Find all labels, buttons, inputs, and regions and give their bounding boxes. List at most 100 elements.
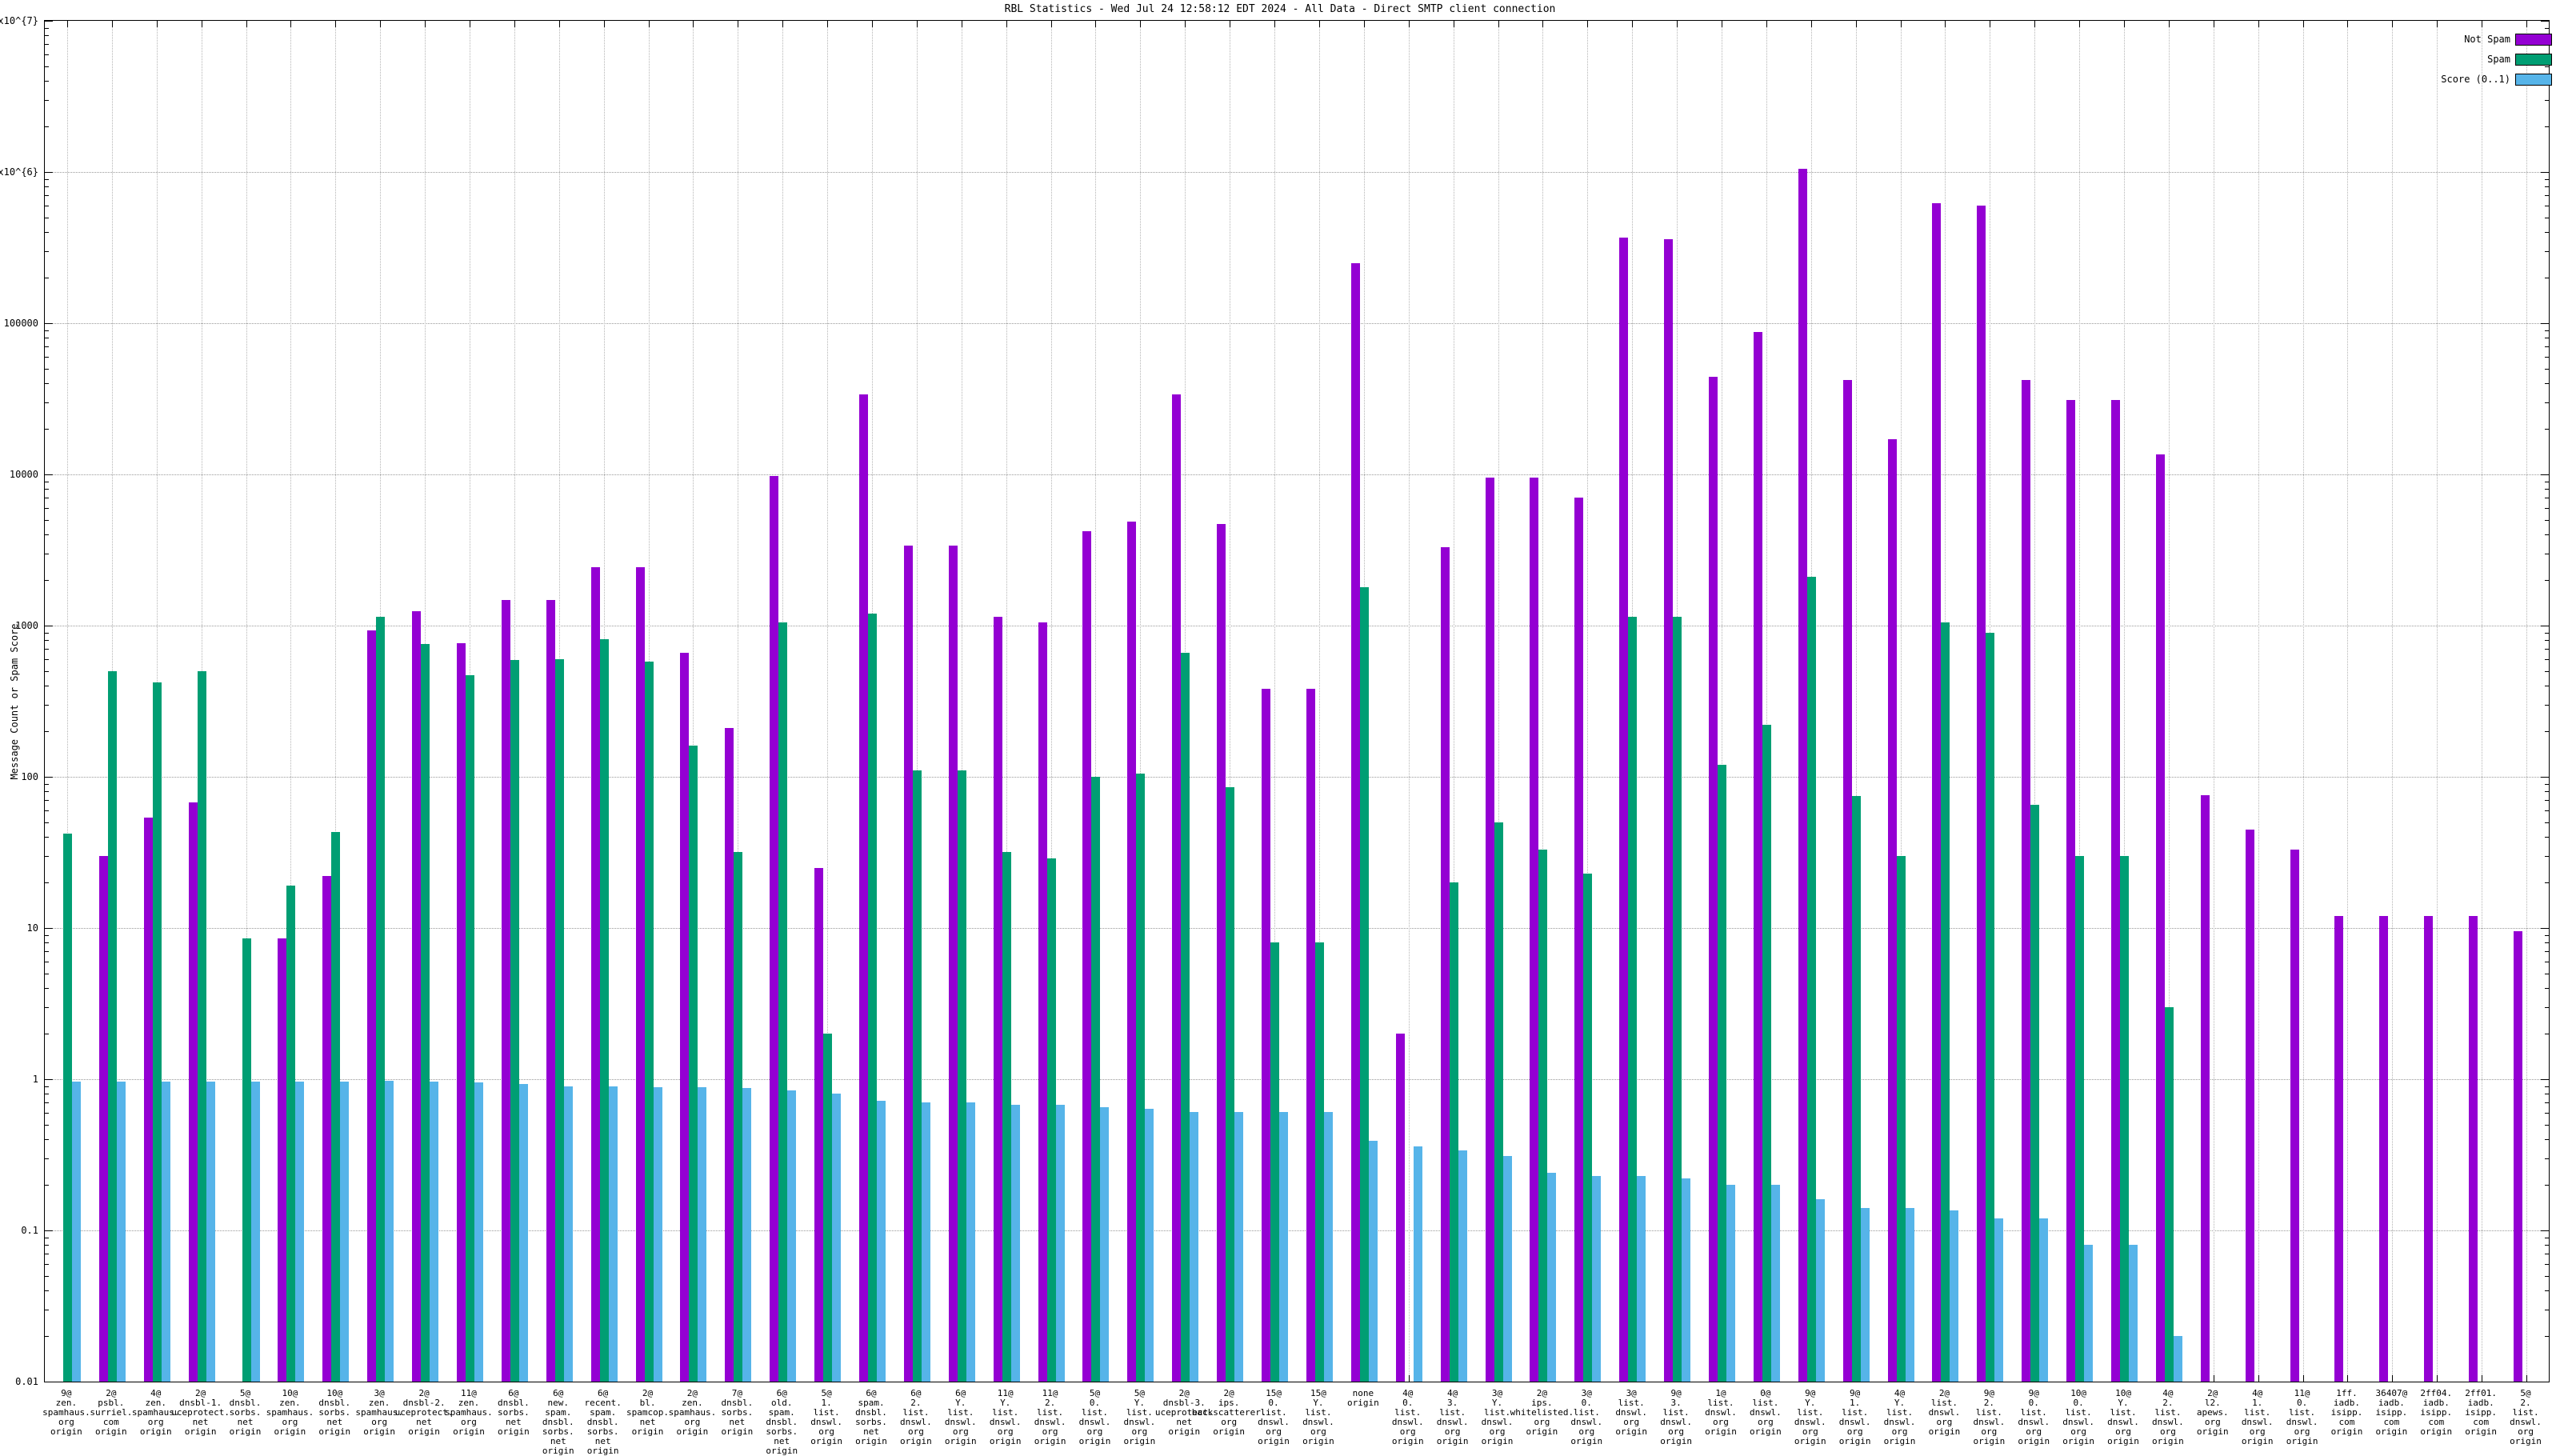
- x-axis-label: 3@ Y. list. dnswl. org origin: [1481, 1388, 1514, 1446]
- y-minor-tick: [45, 640, 49, 642]
- bar-score-0-1: [1145, 1108, 1154, 1382]
- x-tick: [2258, 1375, 2259, 1382]
- x-axis-label: 2ff04. iadb. isipp. com origin: [2420, 1388, 2453, 1437]
- x-tick: [1498, 21, 1499, 27]
- x-tick: [1855, 21, 1857, 27]
- bar-spam: [1897, 855, 1906, 1382]
- x-tick: [335, 21, 337, 27]
- bar-score-0-1: [966, 1102, 975, 1382]
- bar-score-0-1: [519, 1083, 528, 1382]
- bar-score-0-1: [1682, 1178, 1690, 1382]
- y-minor-tick: [45, 178, 49, 180]
- bar-spam: [555, 658, 564, 1382]
- x-axis-label: 15@ Y. list. dnswl. org origin: [1302, 1388, 1334, 1446]
- legend-item: Spam: [0, 54, 2560, 66]
- y-minor-tick: [45, 580, 49, 582]
- y-minor-tick: [2545, 186, 2549, 188]
- bar-not-spam: [1843, 380, 1852, 1382]
- y-minor-tick: [2545, 519, 2549, 521]
- y-minor-tick: [45, 44, 49, 46]
- y-minor-tick: [2545, 1185, 2549, 1186]
- x-axis-label: 5@ 1. list. dnswl. org origin: [810, 1388, 842, 1446]
- x-axis-label: none origin: [1346, 1388, 1379, 1408]
- bar-score-0-1: [698, 1087, 706, 1382]
- bar-not-spam: [1664, 238, 1673, 1382]
- bar-score-0-1: [1592, 1175, 1601, 1382]
- y-minor-tick: [2545, 250, 2549, 252]
- bar-score-0-1: [162, 1081, 170, 1382]
- x-axis-label: 6@ new. spam. dnsbl. sorbs. net origin: [542, 1388, 574, 1456]
- x-axis-label: 11@ 0. list. dnswl. org origin: [2286, 1388, 2318, 1446]
- x-tick: [2168, 21, 2170, 27]
- x-tick: [1810, 21, 1812, 27]
- y-tick-label: 100: [21, 771, 38, 782]
- x-axis-label: 2@ l2. apews. org origin: [2196, 1388, 2229, 1437]
- y-minor-tick: [45, 1185, 49, 1186]
- bar-spam: [1628, 616, 1637, 1382]
- bar-spam: [913, 770, 922, 1382]
- y-minor-tick: [45, 704, 49, 706]
- y-minor-tick: [2545, 1139, 2549, 1141]
- x-tick: [1274, 21, 1276, 27]
- bar-score-0-1: [1816, 1199, 1825, 1382]
- bar-score-0-1: [251, 1081, 260, 1382]
- bar-score-0-1: [1637, 1175, 1646, 1382]
- y-tick: [45, 777, 53, 778]
- y-minor-tick: [45, 1139, 49, 1141]
- bar-spam: [958, 770, 966, 1382]
- bar-spam: [1270, 942, 1279, 1382]
- y-minor-tick: [45, 882, 49, 884]
- x-tick: [2437, 21, 2438, 27]
- x-axis-label: 9@ 3. list. dnswl. org origin: [1660, 1388, 1692, 1446]
- y-minor-tick: [2545, 800, 2549, 802]
- bar-spam: [823, 1034, 832, 1382]
- y-minor-tick: [45, 429, 49, 430]
- y-minor-tick: [2545, 429, 2549, 430]
- bar-not-spam: [1127, 521, 1136, 1382]
- y-tick: [45, 1230, 53, 1231]
- y-minor-tick: [45, 988, 49, 990]
- bar-score-0-1: [1324, 1111, 1333, 1382]
- bar-not-spam: [2514, 931, 2522, 1382]
- y-tick: [45, 21, 53, 22]
- x-axis-label: 2@ list. dnswl. org origin: [1928, 1388, 1961, 1437]
- y-minor-tick: [2545, 178, 2549, 180]
- y-tick-label: 10: [26, 922, 38, 934]
- y-minor-tick: [2545, 27, 2549, 29]
- bar-spam: [645, 662, 654, 1382]
- y-minor-tick: [2545, 1006, 2549, 1008]
- x-tick: [2347, 1375, 2349, 1382]
- y-minor-tick: [2545, 810, 2549, 811]
- y-minor-tick: [45, 783, 49, 785]
- bar-spam: [331, 832, 340, 1382]
- x-tick: [1945, 21, 1946, 27]
- y-minor-tick: [45, 810, 49, 811]
- y-minor-tick: [2545, 1086, 2549, 1087]
- y-tick-label: 0.01: [15, 1376, 38, 1387]
- y-minor-tick: [45, 1245, 49, 1246]
- x-axis-label: 0@ list. dnswl. org origin: [1750, 1388, 1782, 1437]
- x-axis-label: 9@ 2. list. dnswl. org origin: [1973, 1388, 2006, 1446]
- bar-spam: [1091, 777, 1100, 1382]
- chart-title: RBL Statistics - Wed Jul 24 12:58:12 EDT…: [1004, 3, 1556, 15]
- bar-spam: [1852, 795, 1861, 1382]
- bar-score-0-1: [1950, 1210, 1958, 1382]
- x-axis-label: 11@ 2. list. dnswl. org origin: [1034, 1388, 1066, 1446]
- bar-score-0-1: [2129, 1245, 2138, 1382]
- bar-score-0-1: [2084, 1245, 2093, 1382]
- y-minor-tick: [2545, 1263, 2549, 1265]
- bar-spam: [1941, 622, 1950, 1382]
- bar-score-0-1: [385, 1080, 394, 1382]
- y-minor-tick: [45, 507, 49, 509]
- bar-spam: [2165, 1006, 2174, 1382]
- x-axis-label: 2@ dnsbl-1. uceprotect. net origin: [171, 1388, 230, 1437]
- y-minor-tick: [2545, 195, 2549, 197]
- y-minor-tick: [2545, 232, 2549, 234]
- y-minor-tick: [2545, 649, 2549, 650]
- y-minor-tick: [2545, 1290, 2549, 1292]
- bar-not-spam: [99, 855, 108, 1382]
- y-minor-tick: [2545, 837, 2549, 838]
- x-axis-label: 6@ dnsbl. sorbs. net origin: [498, 1388, 530, 1437]
- y-minor-tick: [45, 658, 49, 660]
- bar-spam: [376, 616, 385, 1382]
